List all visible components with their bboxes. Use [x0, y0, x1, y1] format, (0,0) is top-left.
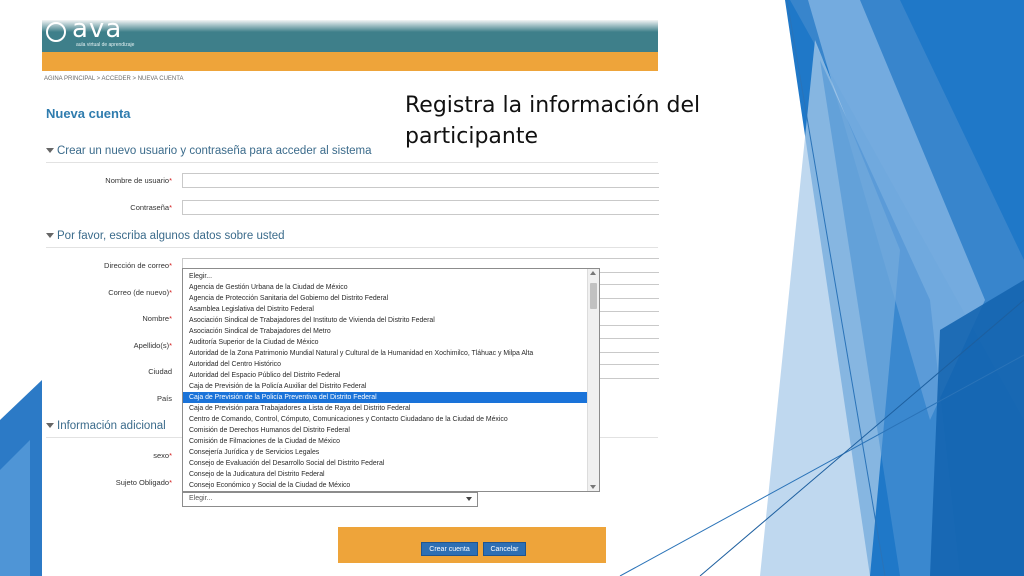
dropdown-option[interactable]: Comisión de Filmaciones de la Ciudad de … — [189, 436, 340, 447]
dropdown-option[interactable]: Autoridad de la Zona Patrimonio Mundial … — [189, 348, 533, 359]
sujeto-obligado-dropdown-list[interactable]: Elegir... Agencia de Gestión Urbana de la… — [182, 268, 600, 492]
dropdown-scrollbar[interactable] — [587, 269, 599, 491]
country-label: País — [156, 394, 172, 403]
section-extra-header[interactable]: Información adicional — [46, 420, 166, 432]
scroll-down-arrow-icon[interactable] — [590, 485, 596, 489]
dropdown-option[interactable]: Consejo Económico y Social de la Ciudad … — [189, 480, 350, 491]
cancel-button[interactable]: Cancelar — [483, 542, 526, 556]
scroll-up-arrow-icon[interactable] — [590, 271, 596, 275]
sujeto-obligado-select[interactable]: Elegir... — [182, 492, 478, 507]
dropdown-option[interactable]: Asociación Sindical de Trabajadores del … — [189, 326, 331, 337]
collapse-triangle-icon — [46, 233, 54, 239]
sex-label: sexo* — [153, 451, 172, 460]
section-about-header[interactable]: Por favor, escriba algunos datos sobre u… — [46, 230, 285, 242]
email-again-label: Correo (de nuevo)* — [108, 288, 172, 297]
dropdown-option[interactable]: Elegir... — [189, 271, 212, 282]
divider — [46, 162, 658, 163]
header-orange-band — [42, 52, 658, 71]
divider — [46, 247, 658, 248]
first-name-label: Nombre* — [142, 314, 172, 323]
username-label: Nombre de usuario* — [105, 176, 172, 185]
collapse-triangle-icon — [46, 423, 54, 429]
dropdown-option[interactable]: Asamblea Legislativa del Distrito Federa… — [189, 304, 314, 315]
section-about-title: Por favor, escriba algunos datos sobre u… — [57, 230, 285, 242]
dropdown-option[interactable]: Consejería Jurídica y de Servicios Legal… — [189, 447, 319, 458]
dropdown-option[interactable]: Caja de Previsión de la Policía Auxiliar… — [189, 381, 366, 392]
dropdown-option[interactable]: Caja de Previsión de la Policía Preventi… — [183, 392, 589, 403]
logo-text[interactable]: ava — [72, 20, 122, 44]
site-header: ava aula virtual de aprendizaje — [42, 20, 658, 71]
dropdown-option[interactable]: Autoridad del Espacio Público del Distri… — [189, 370, 340, 381]
logo-subtitle: aula virtual de aprendizaje — [76, 42, 135, 48]
dropdown-option[interactable]: Agencia de Protección Sanitaria del Gobi… — [189, 293, 388, 304]
dropdown-option[interactable]: Consejo de Evaluación del Desarrollo Soc… — [189, 458, 384, 469]
obligated-subject-label: Sujeto Obligado* — [115, 478, 172, 487]
username-input[interactable] — [182, 173, 659, 188]
dropdown-option[interactable]: Autoridad del Centro Histórico — [189, 359, 281, 370]
dropdown-option[interactable]: Consejo de la Judicatura del Distrito Fe… — [189, 469, 325, 480]
collapse-triangle-icon — [46, 148, 54, 154]
dropdown-option[interactable]: Asociación Sindical de Trabajadores del … — [189, 315, 435, 326]
scroll-thumb[interactable] — [590, 283, 597, 309]
dropdown-option[interactable]: Caja de Previsión para Trabajadores a Li… — [189, 403, 410, 414]
breadcrumb[interactable]: AGINA PRINCIPAL > ACCEDER > NUEVA CUENTA — [44, 76, 183, 82]
dropdown-option[interactable]: Agencia de Gestión Urbana de la Ciudad d… — [189, 282, 348, 293]
password-input[interactable] — [182, 200, 659, 215]
city-label: Ciudad — [148, 367, 172, 376]
slide-title: Registra la información del participante — [405, 93, 701, 149]
section-extra-title: Información adicional — [57, 420, 166, 432]
dropdown-option[interactable]: Auditoría Superior de la Ciudad de Méxic… — [189, 337, 318, 348]
section-account-title: Crear un nuevo usuario y contraseña para… — [57, 145, 372, 157]
section-account-header[interactable]: Crear un nuevo usuario y contraseña para… — [46, 145, 372, 157]
dropdown-option[interactable]: Comisión de Derechos Humanos del Distrit… — [189, 425, 350, 436]
select-value: Elegir... — [189, 495, 213, 502]
dropdown-option[interactable]: Centro de Comando, Control, Cómputo, Com… — [189, 414, 508, 425]
page-title: Nueva cuenta — [46, 106, 131, 121]
last-name-label: Apellido(s)* — [133, 341, 172, 350]
ava-logo-icon[interactable] — [46, 22, 66, 42]
chevron-down-icon — [466, 497, 472, 501]
email-label: Dirección de correo* — [104, 261, 172, 270]
password-label: Contraseña* — [130, 203, 172, 212]
create-account-button[interactable]: Crear cuenta — [421, 542, 478, 556]
